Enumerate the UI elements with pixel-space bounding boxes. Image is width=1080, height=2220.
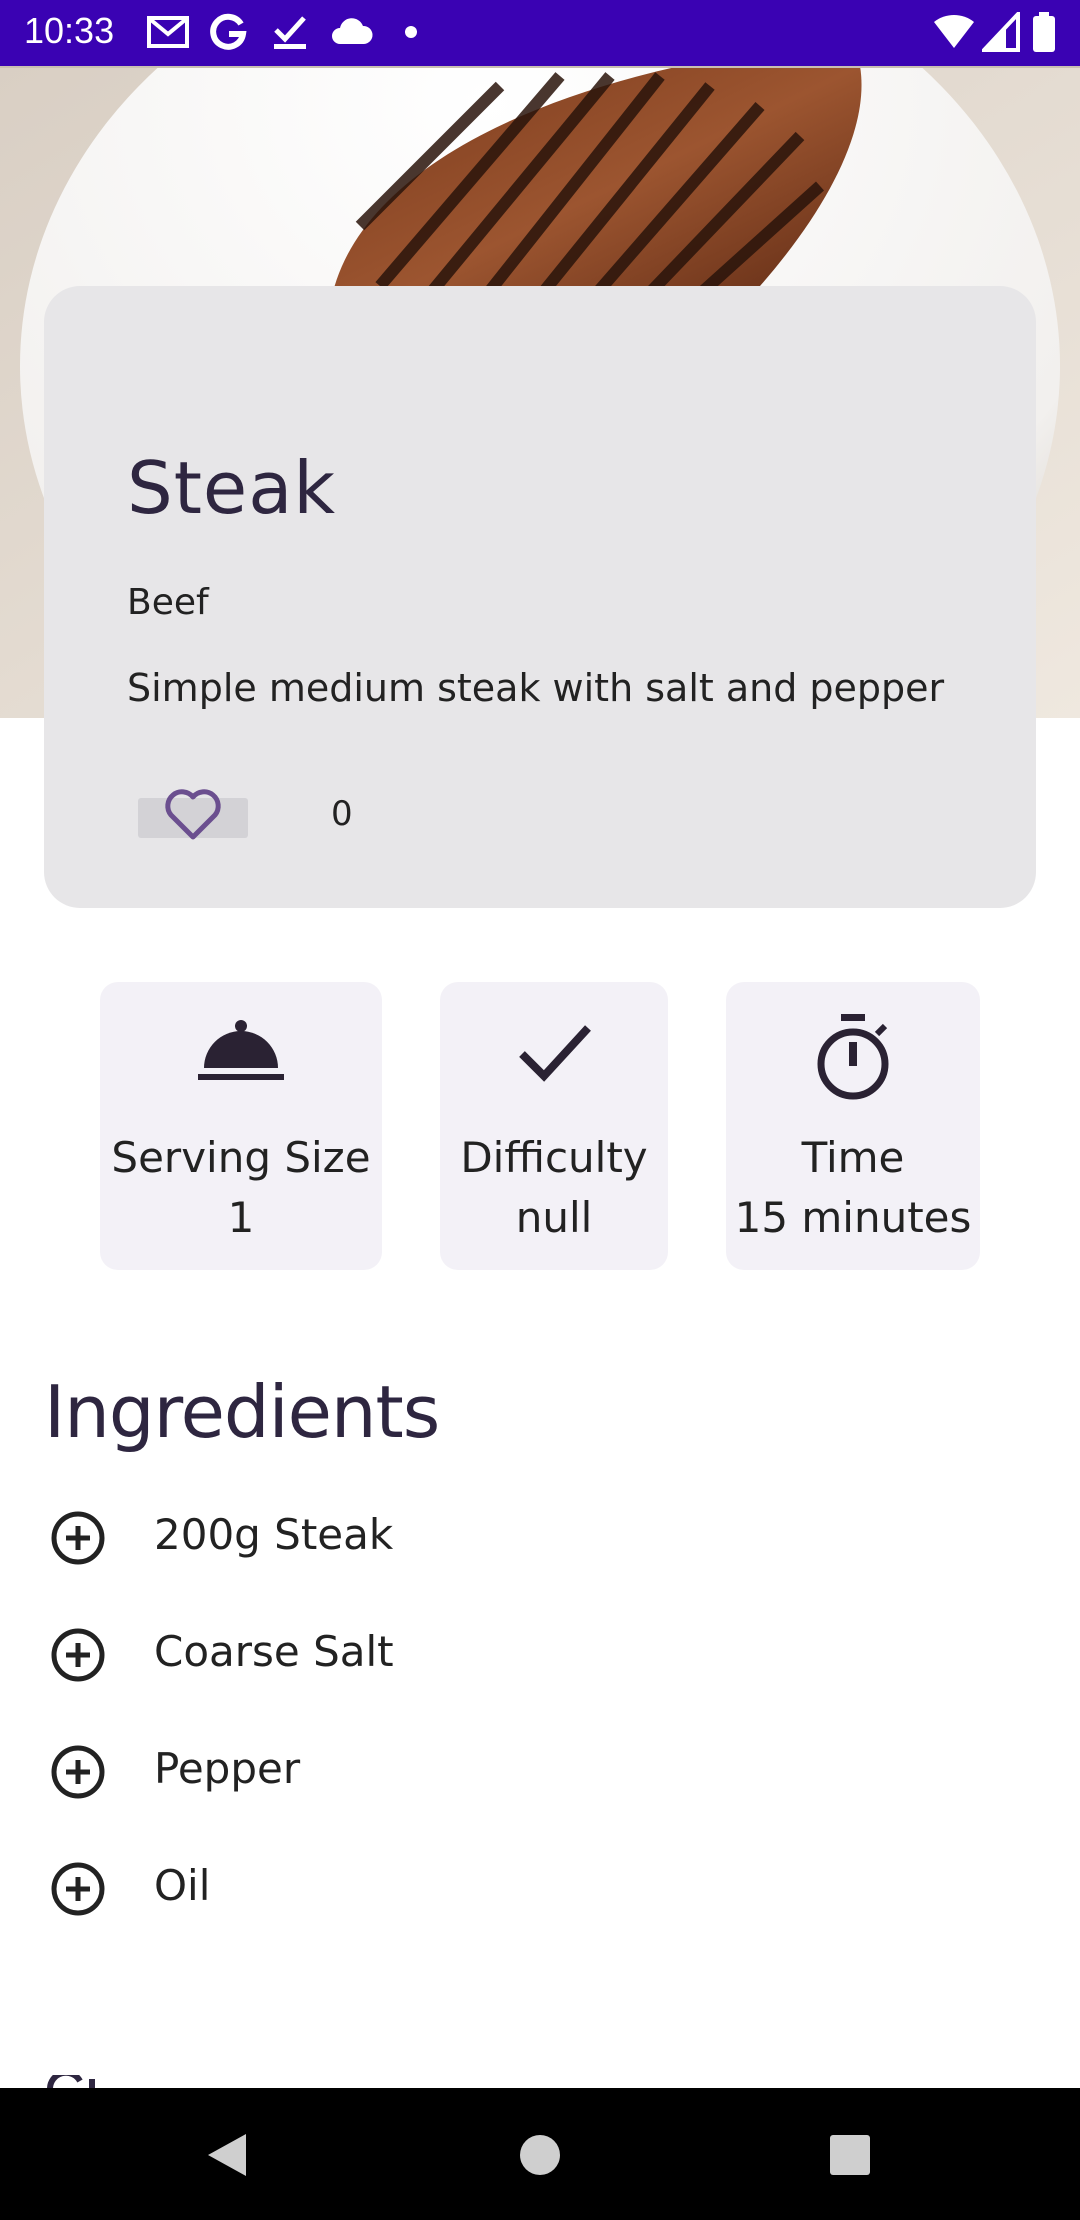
navigation-bar: [0, 2088, 1080, 2220]
difficulty-value: null: [515, 1193, 593, 1242]
ingredient-label: 200g Steak: [154, 1510, 394, 1559]
ingredient-label: Pepper: [154, 1744, 301, 1793]
home-icon[interactable]: [518, 2130, 562, 2180]
cloud-icon: [332, 18, 373, 44]
time-tile: Time 15 minutes: [726, 982, 980, 1270]
ingredient-item: Coarse Salt: [44, 1615, 944, 1695]
timer-icon: [817, 1014, 889, 1100]
serving-size-value: 1: [227, 1193, 255, 1242]
ingredient-item: 200g Steak: [44, 1498, 944, 1578]
add-circle-icon[interactable]: [48, 1859, 108, 1919]
status-bar: 10:33: [0, 0, 1080, 66]
recipe-category: Beef: [127, 582, 209, 623]
ingredient-label: Oil: [154, 1861, 211, 1910]
add-circle-icon[interactable]: [48, 1742, 108, 1802]
next-section-heading-partial: [44, 2074, 164, 2088]
wifi-icon: [934, 14, 974, 49]
task-check-icon: [274, 16, 306, 49]
recipe-card: Steak Beef Simple medium steak with salt…: [44, 286, 1036, 908]
difficulty-label: Difficulty: [460, 1133, 648, 1182]
ingredient-item: Pepper: [44, 1732, 944, 1812]
signal-icon: [982, 12, 1020, 52]
serving-size-label: Serving Size: [111, 1133, 371, 1182]
serving-dish-icon: [198, 1020, 284, 1080]
check-icon: [519, 1025, 591, 1082]
battery-icon: [1033, 12, 1055, 52]
ingredient-label: Coarse Salt: [154, 1627, 394, 1676]
time-label: Time: [801, 1133, 905, 1182]
dot-icon: [405, 26, 417, 38]
add-circle-icon[interactable]: [48, 1625, 108, 1685]
difficulty-tile: Difficulty null: [440, 982, 668, 1270]
status-time: 10:33: [24, 10, 115, 51]
like-count: 0: [331, 794, 353, 834]
ingredient-item: Oil: [44, 1849, 944, 1929]
recents-icon[interactable]: [828, 2130, 872, 2180]
like-button[interactable]: [138, 789, 248, 840]
partial-heading-glyphs: [47, 2074, 95, 2088]
google-icon: [210, 13, 247, 50]
ingredients-heading: Ingredients: [44, 1370, 440, 1454]
time-value: 15 minutes: [734, 1193, 972, 1242]
recipe-title: Steak: [127, 446, 337, 530]
system-icons: [932, 12, 1062, 56]
heart-icon: [165, 789, 221, 840]
recipe-description: Simple medium steak with salt and pepper: [127, 666, 945, 710]
add-circle-icon[interactable]: [48, 1508, 108, 1568]
back-icon[interactable]: [204, 2130, 250, 2180]
gmail-icon: [147, 16, 189, 48]
serving-size-tile: Serving Size 1: [100, 982, 382, 1270]
